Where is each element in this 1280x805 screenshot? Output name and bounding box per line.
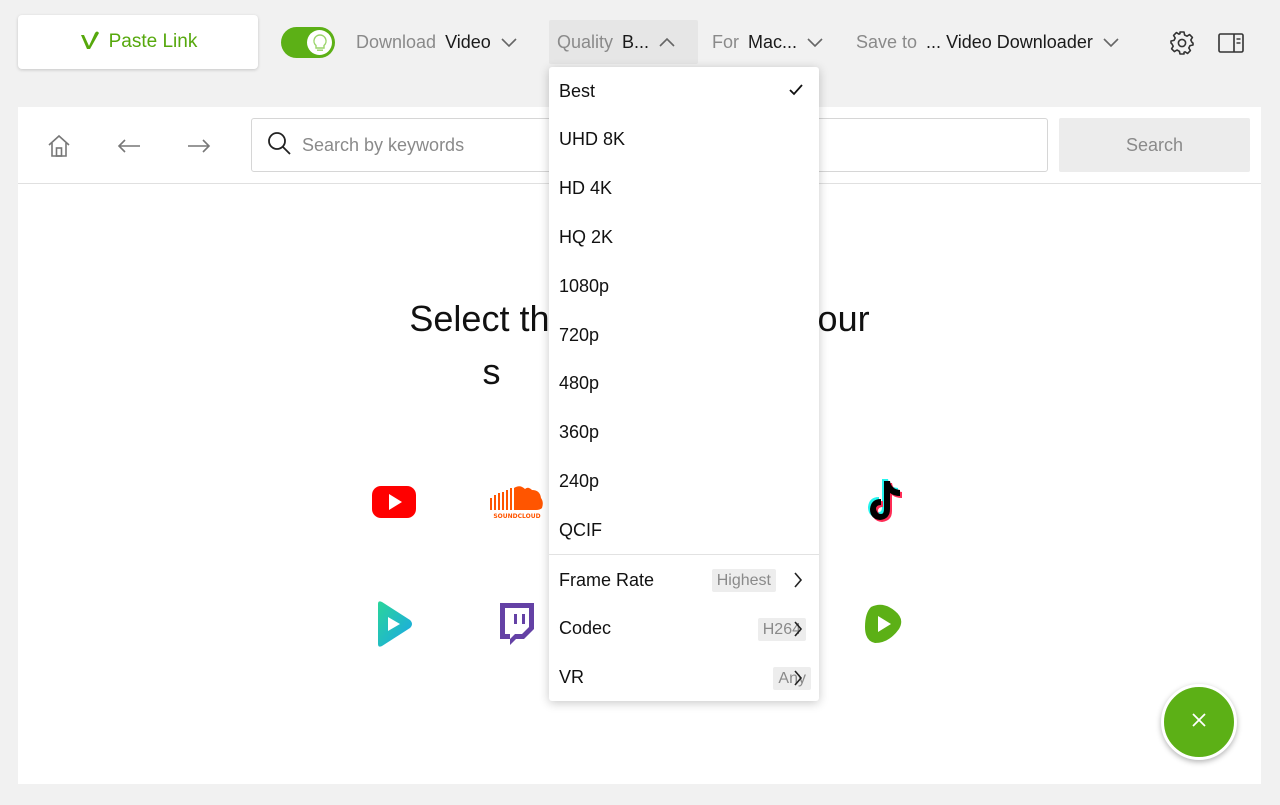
download-label: Download	[356, 31, 437, 52]
quality-dropdown[interactable]: Quality B...	[549, 20, 698, 64]
chevron-right-icon	[793, 669, 803, 692]
search-icon	[266, 130, 292, 161]
save-to-value: Video Downloader	[946, 31, 1093, 52]
forward-arrow-icon[interactable]	[184, 131, 214, 161]
home-icon[interactable]	[44, 131, 74, 161]
quality-option-label: 240p	[559, 470, 600, 491]
submenu-frame-rate[interactable]: Frame Rate Highest	[549, 556, 819, 604]
vimeo-v-icon	[79, 30, 101, 55]
quality-option[interactable]: UHD 8K	[549, 116, 819, 164]
checkmark-icon	[788, 81, 804, 102]
quality-option[interactable]: Best	[549, 67, 819, 115]
download-type-dropdown[interactable]: Download Video	[356, 20, 518, 64]
svg-text:SOUNDCLOUD: SOUNDCLOUD	[493, 513, 540, 520]
submenu-codec[interactable]: Codec H264	[549, 605, 819, 653]
submenu-value-badge: Highest	[711, 569, 776, 592]
play-icon[interactable]	[364, 599, 424, 649]
download-value: Video	[445, 31, 491, 52]
quality-menu: Best UHD 8K HD 4K HQ 2K 1080p 720p 480p 360p 240…	[549, 67, 819, 701]
tiktok-icon[interactable]	[853, 477, 913, 527]
submenu-label: Frame Rate	[559, 569, 655, 590]
quality-option[interactable]: HQ 2K	[549, 213, 819, 261]
paste-link-button[interactable]: Paste Link	[18, 15, 258, 69]
chevron-down-icon	[500, 32, 518, 53]
quality-option-label: UHD 8K	[559, 129, 626, 150]
youtube-icon[interactable]	[364, 477, 424, 527]
quality-option-label: Best	[559, 80, 596, 101]
quality-option-label: QCIF	[559, 519, 602, 540]
chevron-down-icon	[806, 32, 824, 53]
chevron-right-icon	[793, 571, 803, 594]
submenu-vr[interactable]: VR Any	[549, 654, 819, 702]
for-value: Mac...	[748, 31, 798, 52]
submenu-label: VR	[559, 667, 585, 688]
quality-option-label: 1080p	[559, 275, 610, 296]
chevron-down-icon	[1102, 32, 1120, 53]
quality-option[interactable]: 480p	[549, 360, 819, 408]
save-to-label: Save to	[856, 31, 918, 52]
twitch-icon[interactable]	[487, 599, 547, 649]
paste-link-label: Paste Link	[108, 31, 198, 52]
quality-option-label: 480p	[559, 373, 600, 394]
back-arrow-icon[interactable]	[114, 131, 144, 161]
save-to-ellipsis: ...	[926, 31, 942, 52]
quality-option[interactable]: 240p	[549, 457, 819, 505]
quality-value: B...	[622, 31, 650, 52]
soundcloud-icon[interactable]: SOUNDCLOUD	[487, 477, 547, 527]
submenu-label: Codec	[559, 618, 612, 639]
quality-option[interactable]: QCIF	[549, 506, 819, 554]
settings-gear-icon[interactable]	[1167, 28, 1197, 58]
search-button[interactable]: Search	[1059, 118, 1250, 172]
quality-option[interactable]: 1080p	[549, 262, 819, 310]
close-fab-button[interactable]	[1161, 684, 1237, 760]
quality-option-label: HQ 2K	[559, 226, 614, 247]
quality-option-label: 720p	[559, 324, 600, 345]
close-icon	[1191, 712, 1207, 733]
chevron-right-icon	[793, 620, 803, 643]
save-to-dropdown[interactable]: Save to ... Video Downloader	[856, 20, 1120, 64]
for-label: For	[712, 31, 739, 52]
quality-option-label: HD 4K	[559, 178, 613, 199]
platform-dropdown[interactable]: For Mac...	[712, 20, 824, 64]
quality-option-label: 360p	[559, 422, 600, 443]
smart-mode-toggle[interactable]	[281, 27, 335, 58]
rumble-icon[interactable]	[853, 599, 913, 649]
quality-option[interactable]: 360p	[549, 409, 819, 457]
chevron-up-icon	[658, 32, 676, 53]
quality-option[interactable]: 720p	[549, 311, 819, 359]
quality-label: Quality	[557, 31, 614, 52]
quality-option[interactable]: HD 4K	[549, 165, 819, 213]
sidebar-toggle-icon[interactable]	[1217, 30, 1245, 56]
lightbulb-icon	[307, 30, 332, 55]
